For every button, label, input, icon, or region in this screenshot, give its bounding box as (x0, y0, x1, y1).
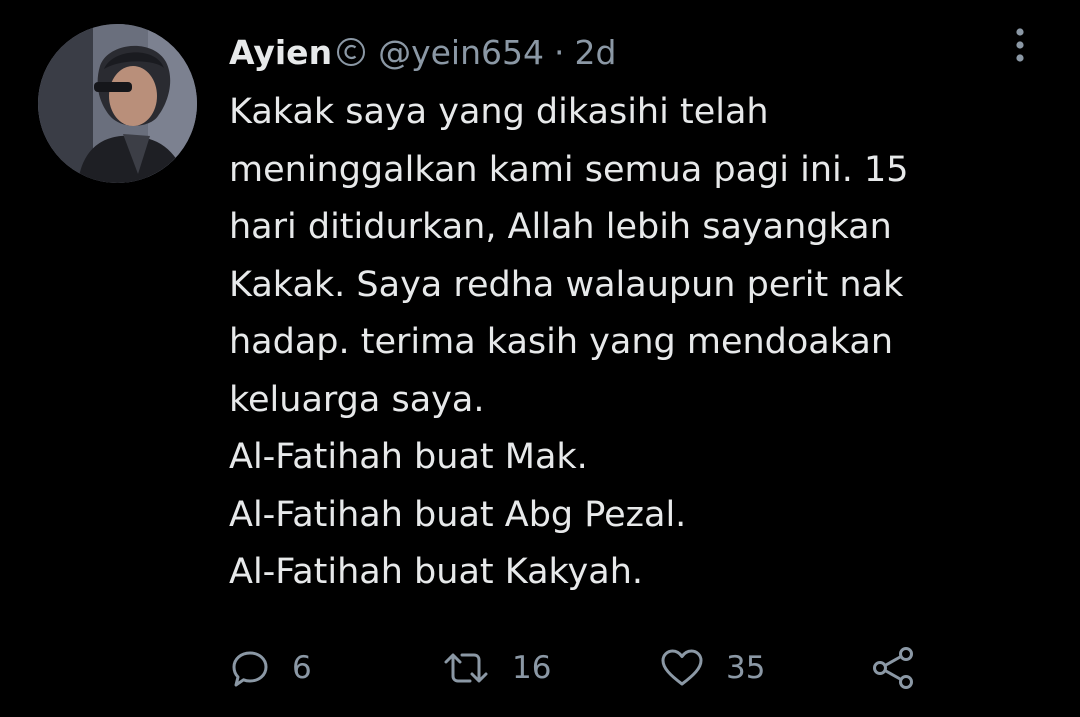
tweet-card[interactable]: Ayien @yein654 · 2d Kakak saya yang dika… (0, 0, 1080, 717)
tweet-text: Kakak saya yang dikasihi telah meninggal… (229, 84, 1049, 602)
like-count: 35 (726, 650, 766, 686)
tweet-text-line: Al-Fatihah buat Abg Pezal. (229, 494, 687, 535)
reply-button[interactable]: 6 (230, 640, 312, 696)
author-name[interactable]: Ayien (229, 33, 332, 72)
tweet-text-line: keluarga saya. (229, 379, 485, 420)
like-button[interactable]: 35 (660, 640, 765, 696)
share-button[interactable] (870, 640, 916, 696)
avatar[interactable] (38, 24, 197, 183)
avatar-photo (38, 24, 197, 183)
tweet-text-line: Kakak saya yang dikasihi telah (229, 92, 769, 132)
action-bar: 6 16 35 (230, 640, 950, 696)
tweet-text-line: meninggalkan kami semua pagi ini. 15 (229, 149, 909, 190)
retweet-count: 16 (512, 650, 552, 686)
retweet-button[interactable]: 16 (442, 640, 551, 696)
tweet-header: Ayien @yein654 · 2d (229, 28, 616, 76)
tweet-text-line: hari ditidurkan, Allah lebih sayangkan (229, 207, 892, 247)
speech-bubble-icon (232, 651, 268, 687)
tweet-text-line: Kakak. Saya redha walaupun perit nak (229, 264, 904, 305)
vertical-dots-icon[interactable] (1008, 26, 1032, 66)
heart-outline-icon (661, 649, 703, 686)
tweet-text-line: Al-Fatihah buat Kakyah. (229, 552, 644, 592)
tweet-text-line: hadap. terima kasih yang mendoakan (229, 322, 894, 362)
copyright-circle-icon (336, 37, 366, 67)
header-separator: · (553, 32, 565, 72)
tweet-timestamp[interactable]: 2d (574, 33, 616, 72)
reply-count: 6 (292, 650, 312, 686)
author-handle[interactable]: @yein654 (378, 33, 544, 72)
retweet-arrows-icon (444, 653, 488, 683)
tweet-text-line: Al-Fatihah buat Mak. (229, 437, 588, 477)
share-nodes-icon (873, 647, 913, 689)
